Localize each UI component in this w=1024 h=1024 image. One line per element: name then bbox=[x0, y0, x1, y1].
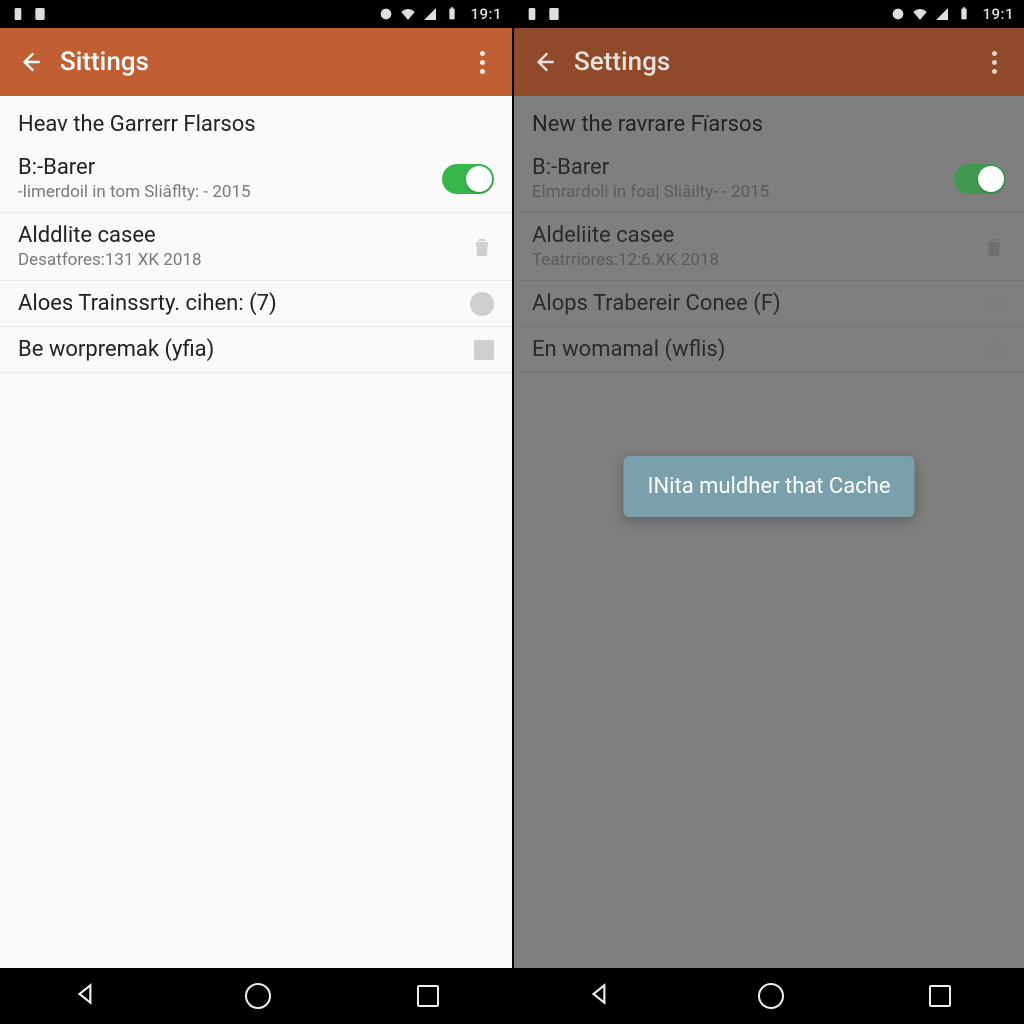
checkbox[interactable] bbox=[474, 340, 494, 360]
section-header: New the ravrare Fïarsos bbox=[514, 96, 1024, 145]
wifi-icon bbox=[400, 6, 416, 22]
app-bar: Sittings bbox=[0, 28, 512, 96]
setting-title: Alddlite casee bbox=[18, 223, 458, 248]
nav-recents-button[interactable] bbox=[417, 985, 439, 1007]
clock: 19:1 bbox=[470, 5, 502, 23]
phone-left: 19:1 Sittings Heav the Garrerr Flarsos B… bbox=[0, 0, 512, 1024]
overflow-menu-button[interactable] bbox=[976, 44, 1012, 80]
setting-title: B:-Barer bbox=[532, 155, 942, 180]
setting-subtitle: -limerdoil in tom Sliâflty: - 2015 bbox=[18, 182, 430, 202]
nav-bar bbox=[0, 968, 512, 1024]
battery-icon bbox=[956, 6, 972, 22]
app-bar-title: Sittings bbox=[60, 47, 464, 77]
settings-list: New the ravrare Fïarsos B:-Barer Elmrard… bbox=[514, 96, 1024, 968]
setting-row[interactable]: Alddlite casee Desatfores:131 XK 2018 bbox=[0, 213, 512, 281]
setting-title: Aloes Trainssrty. cihen: (7) bbox=[18, 291, 458, 316]
app-bar: Settings bbox=[514, 28, 1024, 96]
setting-title: En womamal (wflis) bbox=[532, 337, 974, 362]
nav-home-button[interactable] bbox=[758, 983, 784, 1009]
setting-subtitle: Elmrardoli in foa| Sliâilty- - 2015 bbox=[532, 182, 942, 202]
signal-icon bbox=[934, 6, 950, 22]
setting-subtitle: Teatrriores:12:6.XK 2018 bbox=[532, 250, 970, 270]
sim-icon bbox=[524, 6, 540, 22]
setting-title: Be worpremak (yfia) bbox=[18, 337, 462, 362]
cast-icon bbox=[890, 6, 906, 22]
setting-row[interactable]: Alops Trabereir Conee (F) bbox=[514, 281, 1024, 327]
setting-row[interactable]: Aldeliite casee Teatrriores:12:6.XK 2018 bbox=[514, 213, 1024, 281]
cast-icon bbox=[378, 6, 394, 22]
setting-row[interactable]: B:-Barer Elmrardoli in foa| Sliâilty- - … bbox=[514, 145, 1024, 213]
battery-icon bbox=[444, 6, 460, 22]
radio-button[interactable] bbox=[982, 292, 1006, 316]
card-icon bbox=[32, 6, 48, 22]
back-button[interactable] bbox=[12, 44, 48, 80]
signal-icon bbox=[422, 6, 438, 22]
setting-row[interactable]: En womamal (wflis) bbox=[514, 327, 1024, 373]
nav-recents-button[interactable] bbox=[929, 985, 951, 1007]
setting-title: Aldeliite casee bbox=[532, 223, 970, 248]
toast-message: INita muldher that Cache bbox=[623, 456, 914, 517]
toggle-switch[interactable] bbox=[954, 164, 1006, 194]
nav-back-button[interactable] bbox=[587, 981, 613, 1011]
trash-icon[interactable] bbox=[982, 235, 1006, 259]
setting-row[interactable]: B:-Barer -limerdoil in tom Sliâflty: - 2… bbox=[0, 145, 512, 213]
back-button[interactable] bbox=[526, 44, 562, 80]
card-icon bbox=[546, 6, 562, 22]
app-bar-title: Settings bbox=[574, 47, 976, 77]
checkbox[interactable] bbox=[986, 340, 1006, 360]
setting-row[interactable]: Be worpremak (yfia) bbox=[0, 327, 512, 373]
settings-list: Heav the Garrerr Flarsos B:-Barer -limer… bbox=[0, 96, 512, 968]
setting-title: Alops Trabereir Conee (F) bbox=[532, 291, 970, 316]
setting-row[interactable]: Aloes Trainssrty. cihen: (7) bbox=[0, 281, 512, 327]
trash-icon[interactable] bbox=[470, 235, 494, 259]
wifi-icon bbox=[912, 6, 928, 22]
overflow-menu-button[interactable] bbox=[464, 44, 500, 80]
nav-home-button[interactable] bbox=[245, 983, 271, 1009]
nav-bar bbox=[514, 968, 1024, 1024]
status-bar: 19:1 bbox=[0, 0, 512, 28]
toggle-switch[interactable] bbox=[442, 164, 494, 194]
setting-subtitle: Desatfores:131 XK 2018 bbox=[18, 250, 458, 270]
phone-right: 19:1 Settings New the ravrare Fïarsos B:… bbox=[512, 0, 1024, 1024]
sim-icon bbox=[10, 6, 26, 22]
radio-button[interactable] bbox=[470, 292, 494, 316]
section-header: Heav the Garrerr Flarsos bbox=[0, 96, 512, 145]
clock: 19:1 bbox=[982, 5, 1014, 23]
setting-title: B:-Barer bbox=[18, 155, 430, 180]
nav-back-button[interactable] bbox=[73, 981, 99, 1011]
status-bar: 19:1 bbox=[514, 0, 1024, 28]
